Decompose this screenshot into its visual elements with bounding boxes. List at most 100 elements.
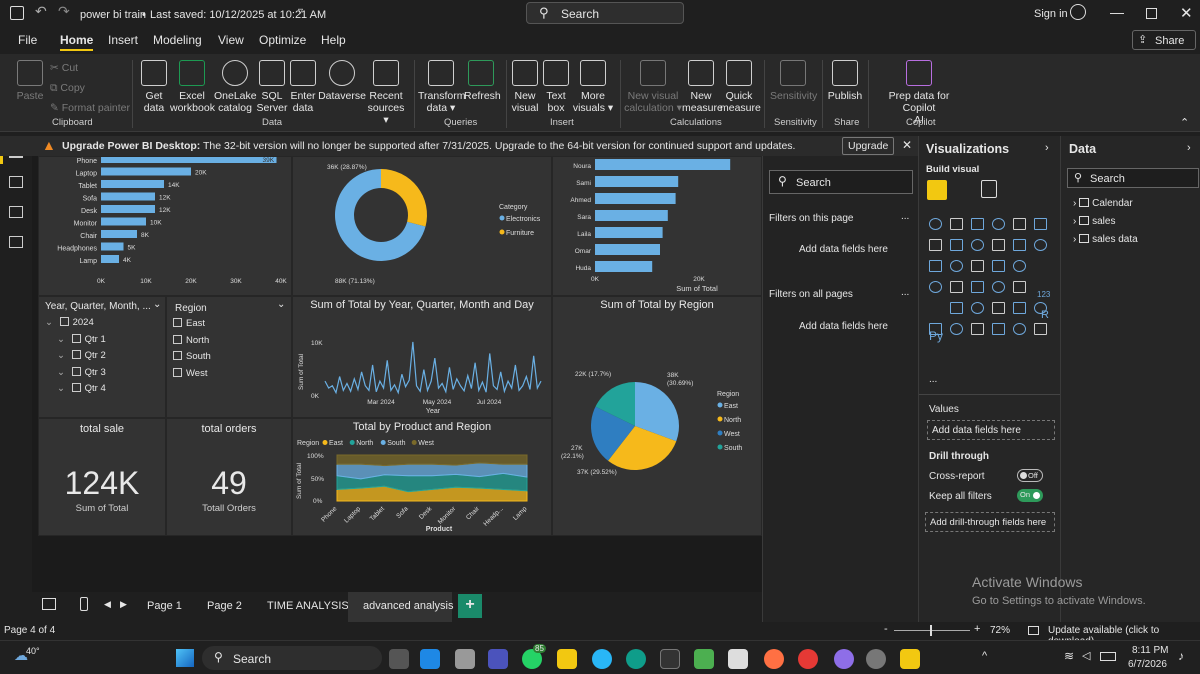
snip-icon[interactable] — [728, 649, 748, 669]
save-icon[interactable] — [10, 6, 24, 20]
slicer-item[interactable]: ⌄ Qtr 4 — [57, 383, 106, 394]
menu-help[interactable]: Help — [321, 33, 346, 47]
slicer-item[interactable]: ⌄ 2024 — [45, 317, 94, 328]
chevron-down-icon[interactable]: ▿ — [298, 6, 303, 17]
next-page-icon[interactable]: ▶ — [120, 599, 127, 610]
add-page-button[interactable]: + — [458, 594, 482, 618]
visual-type-icon[interactable] — [992, 323, 1005, 335]
dismiss-banner-icon[interactable]: ✕ — [902, 138, 912, 152]
category-donut-chart[interactable]: 36K (28.87%) 88K (71.13%) Category Electron… — [292, 156, 552, 296]
teams-icon[interactable] — [488, 649, 508, 669]
add-data-fields-all[interactable]: Add data fields here — [799, 321, 888, 332]
notifications-icon[interactable]: ♪ — [1178, 649, 1184, 663]
visual-type-icon[interactable] — [971, 218, 984, 230]
dax-view-icon[interactable] — [9, 236, 23, 248]
page-tab-3[interactable]: TIME ANALYSIS — [267, 600, 349, 612]
visual-type-icon[interactable] — [1034, 239, 1047, 251]
visual-type-icon[interactable] — [992, 218, 1005, 230]
wifi-icon[interactable]: ≋ — [1064, 649, 1074, 663]
customer-bar-chart[interactable]: Noura Sami Ahmed Sara Laila Omar Huda 0K 20K Sum … — [552, 156, 762, 296]
checkbox[interactable] — [71, 350, 81, 359]
maximize-icon[interactable] — [1146, 8, 1157, 19]
data-table-item[interactable]: › sales — [1073, 216, 1115, 227]
page-tab-1[interactable]: Page 1 — [147, 600, 182, 612]
menu-home[interactable]: Home — [60, 33, 94, 51]
build-visual-icon[interactable] — [927, 180, 947, 200]
visual-type-icon[interactable] — [929, 281, 942, 293]
visual-type-icon[interactable] — [950, 239, 963, 251]
paste-button[interactable]: Paste — [12, 60, 48, 102]
visual-type-icon[interactable] — [971, 302, 984, 314]
visual-type-icon[interactable] — [1013, 218, 1026, 230]
store-icon[interactable] — [455, 649, 475, 669]
start-icon[interactable] — [176, 649, 194, 667]
sql-server-button[interactable]: SQL Server — [256, 60, 288, 114]
checkbox[interactable] — [173, 351, 182, 360]
new-visual-calculation-button[interactable]: New visual calculation ▾ — [624, 60, 682, 114]
redo-icon[interactable]: ↷ — [58, 3, 70, 20]
refresh-button[interactable]: Refresh — [464, 60, 501, 102]
desktop-layout-icon[interactable] — [42, 598, 56, 610]
slicer-item[interactable]: West — [173, 367, 207, 379]
transform-data-button[interactable]: Transform data ▾ — [418, 60, 465, 114]
spark-icon[interactable] — [764, 649, 784, 669]
terminal-icon[interactable] — [660, 649, 680, 669]
slicer-item[interactable]: ⌄ Qtr 2 — [57, 350, 106, 361]
chevron-right-icon[interactable]: › — [1187, 142, 1191, 154]
r-visual-icon[interactable]: R — [1041, 309, 1049, 321]
menu-file[interactable]: File — [18, 33, 37, 47]
chevron-down-icon[interactable]: ⌄ — [57, 367, 68, 378]
dataverse-button[interactable]: Dataverse — [318, 60, 366, 102]
date-slicer[interactable]: Year, Quarter, Month, ... ⌄ ⌄ 2024 ⌄ Qtr … — [38, 296, 166, 418]
checkbox[interactable] — [173, 367, 182, 377]
visual-type-icon[interactable] — [950, 260, 963, 272]
zoom-in-icon[interactable]: + — [974, 623, 980, 635]
card-visual-icon[interactable]: 123 — [1037, 290, 1050, 299]
share-button[interactable]: ⇪ Share — [1132, 30, 1196, 50]
visual-type-icon[interactable] — [950, 281, 963, 293]
menu-view[interactable]: View — [218, 33, 244, 47]
enter-data-button[interactable]: Enter data — [288, 60, 318, 114]
mobile-layout-icon[interactable] — [80, 597, 88, 611]
visual-type-icon[interactable] — [971, 281, 984, 293]
more-visuals-button[interactable]: More visuals ▾ — [572, 60, 614, 114]
chevron-down-icon[interactable]: ⌄ — [277, 299, 285, 310]
taskview-icon[interactable] — [389, 649, 409, 669]
checkbox[interactable] — [71, 383, 81, 392]
chrome-icon[interactable] — [798, 649, 818, 669]
clock-date[interactable]: 6/7/2026 — [1128, 659, 1167, 670]
menu-optimize[interactable]: Optimize — [259, 33, 306, 47]
volume-icon[interactable]: ◁ — [1082, 649, 1090, 662]
format-painter-button[interactable]: ✎ Format painter — [50, 102, 130, 114]
visual-type-icon[interactable] — [1013, 281, 1026, 293]
visual-type-icon[interactable] — [992, 260, 1005, 272]
visual-type-icon[interactable] — [971, 323, 984, 335]
visual-type-icon[interactable] — [929, 260, 942, 272]
checkbox[interactable] — [71, 333, 81, 343]
visual-type-icon[interactable] — [992, 302, 1005, 314]
minimize-icon[interactable]: — — [1110, 4, 1124, 20]
vscode-icon[interactable] — [420, 649, 440, 669]
recent-sources-button[interactable]: Recent sources ▾ — [364, 60, 408, 126]
visual-type-icon[interactable] — [992, 281, 1005, 293]
checkbox[interactable] — [71, 366, 81, 376]
chevron-down-icon[interactable]: ⌄ — [57, 383, 68, 394]
account-icon[interactable] — [1070, 4, 1086, 20]
powerbi-icon[interactable] — [900, 649, 920, 669]
close-icon[interactable]: ✕ — [1180, 4, 1193, 22]
sensitivity-button[interactable]: Sensitivity — [770, 60, 817, 102]
visual-type-icon[interactable] — [971, 239, 984, 251]
visual-type-icon[interactable] — [992, 239, 1005, 251]
page-tab-4[interactable]: advanced analysis — [363, 600, 454, 612]
text-box-button[interactable]: Text box — [542, 60, 570, 114]
more-visuals-icon[interactable]: ... — [929, 374, 937, 385]
slicer-item[interactable]: ⌄ Qtr 1 — [57, 333, 106, 345]
visual-type-icon[interactable] — [971, 260, 984, 272]
add-data-fields-page[interactable]: Add data fields here — [799, 244, 888, 255]
slicer-item[interactable]: North — [173, 334, 209, 346]
clock-time[interactable]: 8:11 PM — [1132, 645, 1169, 656]
slicer-item[interactable]: ⌄ Qtr 3 — [57, 366, 106, 378]
cut-button[interactable]: ✂ Cut — [50, 62, 78, 74]
upgrade-button[interactable]: Upgrade — [842, 137, 895, 155]
new-visual-button[interactable]: New visual — [510, 60, 540, 114]
